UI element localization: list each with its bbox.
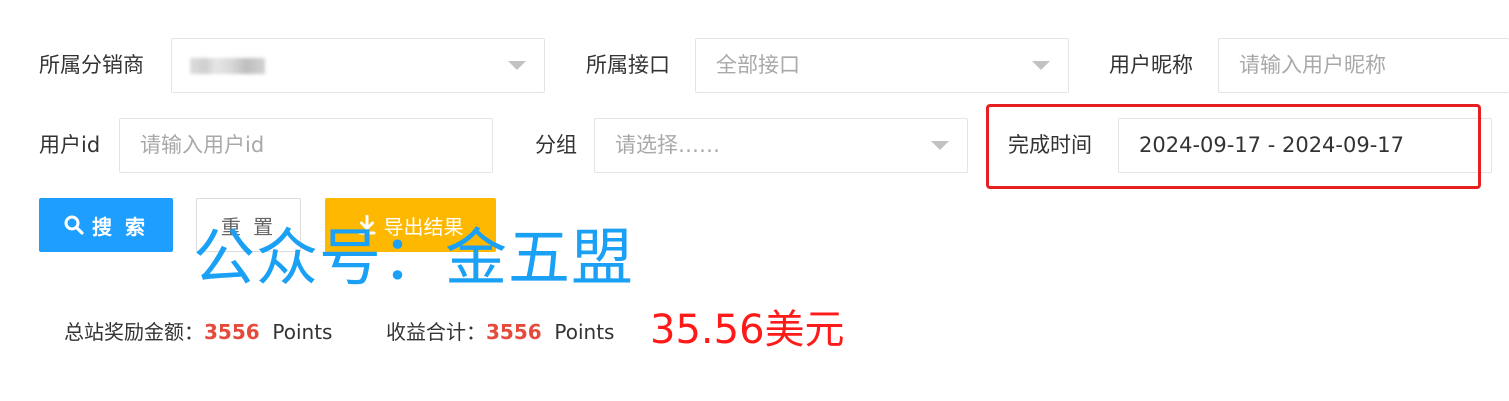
distributor-value-blurred	[190, 58, 265, 74]
search-icon	[64, 215, 84, 235]
chevron-down-icon	[931, 141, 949, 150]
user-id-input[interactable]: 请输入用户id	[119, 118, 493, 173]
distributor-label: 所属分销商	[39, 53, 144, 77]
search-button-label: 搜 索	[92, 214, 148, 239]
group-placeholder: 请选择……	[615, 133, 720, 157]
distributor-select[interactable]	[171, 38, 545, 93]
reward-label: 总站奖励金额：	[64, 320, 204, 344]
nickname-input[interactable]: 请输入用户昵称	[1218, 38, 1509, 93]
chevron-down-icon	[1032, 61, 1050, 70]
search-button[interactable]: 搜 索	[39, 198, 173, 252]
interface-value: 全部接口	[716, 53, 800, 77]
income-summary: 收益合计：3556 Points	[386, 318, 614, 346]
user-id-placeholder: 请输入用户id	[140, 133, 265, 157]
income-label: 收益合计：	[386, 320, 486, 344]
group-select[interactable]: 请选择……	[594, 118, 968, 173]
group-label: 分组	[535, 133, 577, 157]
nickname-label: 用户昵称	[1109, 53, 1193, 77]
chevron-down-icon	[508, 61, 526, 70]
interface-select[interactable]: 全部接口	[695, 38, 1069, 93]
watermark-text: 公众号：金五盟	[193, 221, 635, 294]
reward-value: 3556	[204, 320, 260, 344]
income-unit: Points	[554, 320, 615, 344]
highlight-box	[986, 104, 1481, 189]
user-id-label: 用户id	[39, 133, 101, 157]
income-value: 3556	[486, 320, 542, 344]
interface-label: 所属接口	[586, 53, 670, 77]
reward-summary: 总站奖励金额：3556 Points	[64, 318, 332, 346]
usd-note: 35.56美元	[650, 307, 845, 353]
reward-unit: Points	[272, 320, 333, 344]
nickname-placeholder: 请输入用户昵称	[1239, 53, 1386, 77]
